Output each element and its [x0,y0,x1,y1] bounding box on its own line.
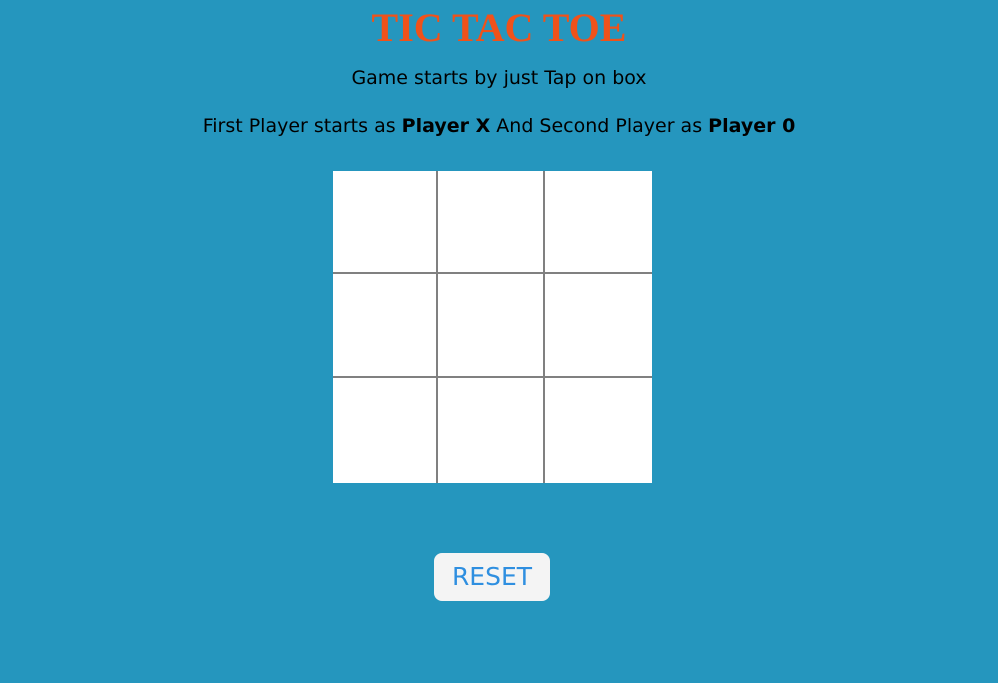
player-x-label: Player X [401,115,491,137]
board-cell-8[interactable] [438,378,545,483]
game-board [333,171,652,483]
reset-button[interactable]: RESET [434,553,550,601]
board-cell-4[interactable] [333,274,438,378]
player-instructions: First Player starts as Player X And Seco… [0,114,998,138]
board-cell-1[interactable] [333,171,438,274]
board-cell-6[interactable] [545,274,652,378]
player-o-label: Player 0 [708,115,796,137]
board-cell-2[interactable] [438,171,545,274]
instructions-prefix: First Player starts as [202,115,402,137]
board-cell-9[interactable] [545,378,652,483]
instructions-middle: And Second Player as [490,115,709,137]
board-cell-5[interactable] [438,274,545,378]
board-cell-3[interactable] [545,171,652,274]
board-cell-7[interactable] [333,378,438,483]
game-subtitle: Game starts by just Tap on box [351,67,647,89]
game-title: TIC TAC TOE [371,5,627,50]
